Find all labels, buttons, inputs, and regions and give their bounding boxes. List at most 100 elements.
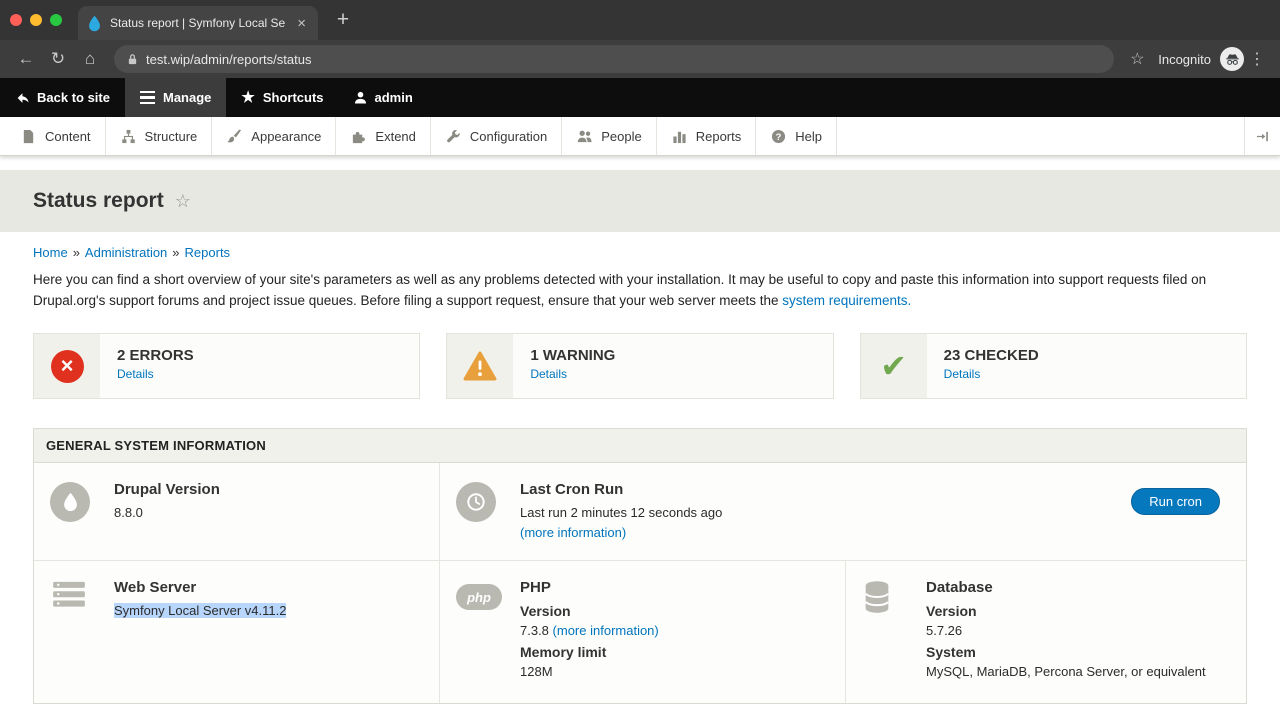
menu-item-extend[interactable]: Extend xyxy=(336,117,430,155)
checkmark-icon: ✔ xyxy=(880,350,907,382)
checked-details-link[interactable]: Details xyxy=(944,367,981,381)
php-cell: php PHP Version 7.3.8 (more information)… xyxy=(439,561,845,703)
shortcuts-star-icon: ★ xyxy=(241,90,254,105)
structure-sitemap-icon xyxy=(120,128,137,145)
php-memory-limit-label: Memory limit xyxy=(520,642,829,662)
database-version-value: 5.7.26 xyxy=(926,621,1230,641)
database-system-value: MySQL, MariaDB, Percona Server, or equiv… xyxy=(926,662,1230,682)
reload-icon[interactable]: ↻ xyxy=(42,44,74,74)
incognito-icon xyxy=(1220,47,1244,71)
breadcrumb-separator: » xyxy=(172,245,179,260)
php-more-information-link[interactable]: (more information) xyxy=(553,623,659,638)
page-title: Status report xyxy=(33,189,164,213)
panel-header: GENERAL SYSTEM INFORMATION xyxy=(34,429,1246,463)
web-server-title: Web Server xyxy=(114,578,423,598)
incognito-label: Incognito xyxy=(1158,52,1211,67)
warnings-count-label: 1 WARNING xyxy=(530,347,615,364)
extend-puzzle-icon xyxy=(350,128,367,145)
admin-menu: Content Structure Appearance Extend Conf… xyxy=(0,117,1280,156)
php-logo-icon: php xyxy=(456,584,502,610)
browser-tab[interactable]: Status report | Symfony Local Se × xyxy=(78,6,318,40)
database-title: Database xyxy=(926,578,1230,598)
breadcrumb-home-link[interactable]: Home xyxy=(33,245,68,260)
content-file-icon xyxy=(20,128,37,145)
menu-item-content[interactable]: Content xyxy=(6,117,106,155)
last-cron-run-cell: Last Cron Run Last run 2 minutes 12 seco… xyxy=(439,463,1246,560)
hamburger-icon xyxy=(140,91,155,105)
manage-button[interactable]: Manage xyxy=(125,78,226,117)
new-tab-button[interactable]: + xyxy=(330,8,356,32)
errors-count-label: 2 ERRORS xyxy=(117,347,194,364)
menu-item-structure[interactable]: Structure xyxy=(106,117,213,155)
breadcrumb-separator: » xyxy=(73,245,80,260)
drupal-version-value: 8.8.0 xyxy=(114,503,423,523)
menu-item-configuration[interactable]: Configuration xyxy=(431,117,562,155)
system-requirements-link[interactable]: system requirements. xyxy=(782,293,911,308)
menu-item-people[interactable]: People xyxy=(562,117,656,155)
breadcrumb-reports-link[interactable]: Reports xyxy=(185,245,231,260)
tab-strip: Status report | Symfony Local Se × + xyxy=(0,0,1280,40)
last-cron-run-title: Last Cron Run xyxy=(520,480,1131,500)
php-title: PHP xyxy=(520,578,829,598)
back-to-site-icon xyxy=(15,91,29,105)
web-server-cell: Web Server Symfony Local Server v4.11.2 xyxy=(34,561,439,703)
cron-status-text: Last run 2 minutes 12 seconds ago xyxy=(520,503,1131,523)
drupal-favicon-icon xyxy=(87,15,102,32)
php-version-label: Version xyxy=(520,601,829,621)
drupal-version-title: Drupal Version xyxy=(114,480,423,500)
collapse-arrow-icon xyxy=(1256,130,1269,143)
browser-toolbar: ← ↻ ⌂ test.wip/admin/reports/status ☆ In… xyxy=(0,40,1280,78)
checked-card: ✔ 23 CHECKED Details xyxy=(860,333,1247,399)
browser-window: Status report | Symfony Local Se × + ← ↻… xyxy=(0,0,1280,720)
browser-menu-icon[interactable]: ⋮ xyxy=(1244,49,1270,69)
configuration-wrench-icon xyxy=(445,128,462,145)
drupal-drop-icon xyxy=(50,482,90,522)
intro-paragraph: Here you can find a short overview of yo… xyxy=(33,269,1247,311)
warnings-card: 1 WARNING Details xyxy=(446,333,833,399)
bookmark-star-icon[interactable]: ☆ xyxy=(1122,49,1152,69)
address-bar[interactable]: test.wip/admin/reports/status xyxy=(114,45,1114,73)
database-cell: Database Version 5.7.26 System MySQL, Ma… xyxy=(845,561,1246,703)
panel-row-1: Drupal Version 8.8.0 Last Cron Run Last … xyxy=(34,463,1246,561)
general-system-information-panel: GENERAL SYSTEM INFORMATION Drupal Versio… xyxy=(33,428,1247,704)
url-text: test.wip/admin/reports/status xyxy=(146,52,311,67)
php-memory-limit-value: 128M xyxy=(520,662,829,682)
intro-text: Here you can find a short overview of yo… xyxy=(33,272,1206,308)
help-question-icon: ? xyxy=(770,128,787,145)
web-server-value: Symfony Local Server v4.11.2 xyxy=(114,603,286,618)
warnings-details-link[interactable]: Details xyxy=(530,367,567,381)
minimize-window-button[interactable] xyxy=(30,14,42,26)
shortcuts-button[interactable]: ★ Shortcuts xyxy=(226,78,338,117)
cron-more-information-link[interactable]: (more information) xyxy=(520,525,626,540)
tab-close-icon[interactable]: × xyxy=(294,16,309,31)
breadcrumb-administration-link[interactable]: Administration xyxy=(85,245,167,260)
svg-text:?: ? xyxy=(776,131,782,141)
close-window-button[interactable] xyxy=(10,14,22,26)
run-cron-button[interactable]: Run cron xyxy=(1131,488,1220,515)
database-version-label: Version xyxy=(926,601,1230,621)
menu-item-appearance[interactable]: Appearance xyxy=(212,117,336,155)
errors-details-link[interactable]: Details xyxy=(117,367,154,381)
add-shortcut-star-icon[interactable]: ☆ xyxy=(175,191,191,212)
database-system-label: System xyxy=(926,642,1230,662)
fullscreen-window-button[interactable] xyxy=(50,14,62,26)
web-server-icon xyxy=(50,580,114,608)
home-icon[interactable]: ⌂ xyxy=(74,44,106,74)
back-to-site-button[interactable]: Back to site xyxy=(0,78,125,117)
menu-item-help[interactable]: ? Help xyxy=(756,117,837,155)
appearance-brush-icon xyxy=(226,128,243,145)
back-icon[interactable]: ← xyxy=(10,44,42,74)
breadcrumb: Home » Administration » Reports xyxy=(33,245,1247,260)
panel-row-2: Web Server Symfony Local Server v4.11.2 … xyxy=(34,561,1246,703)
php-version-value: 7.3.8 xyxy=(520,623,549,638)
window-controls xyxy=(10,14,62,26)
reports-chart-icon xyxy=(671,128,688,145)
database-icon xyxy=(862,580,926,614)
errors-card: × 2 ERRORS Details xyxy=(33,333,420,399)
drupal-admin-toolbar: Back to site Manage ★ Shortcuts admin xyxy=(0,78,1280,117)
tray-orientation-toggle[interactable] xyxy=(1244,117,1280,155)
warning-icon xyxy=(463,351,497,381)
user-icon xyxy=(354,91,367,104)
menu-item-reports[interactable]: Reports xyxy=(657,117,757,155)
user-account-button[interactable]: admin xyxy=(339,78,428,117)
